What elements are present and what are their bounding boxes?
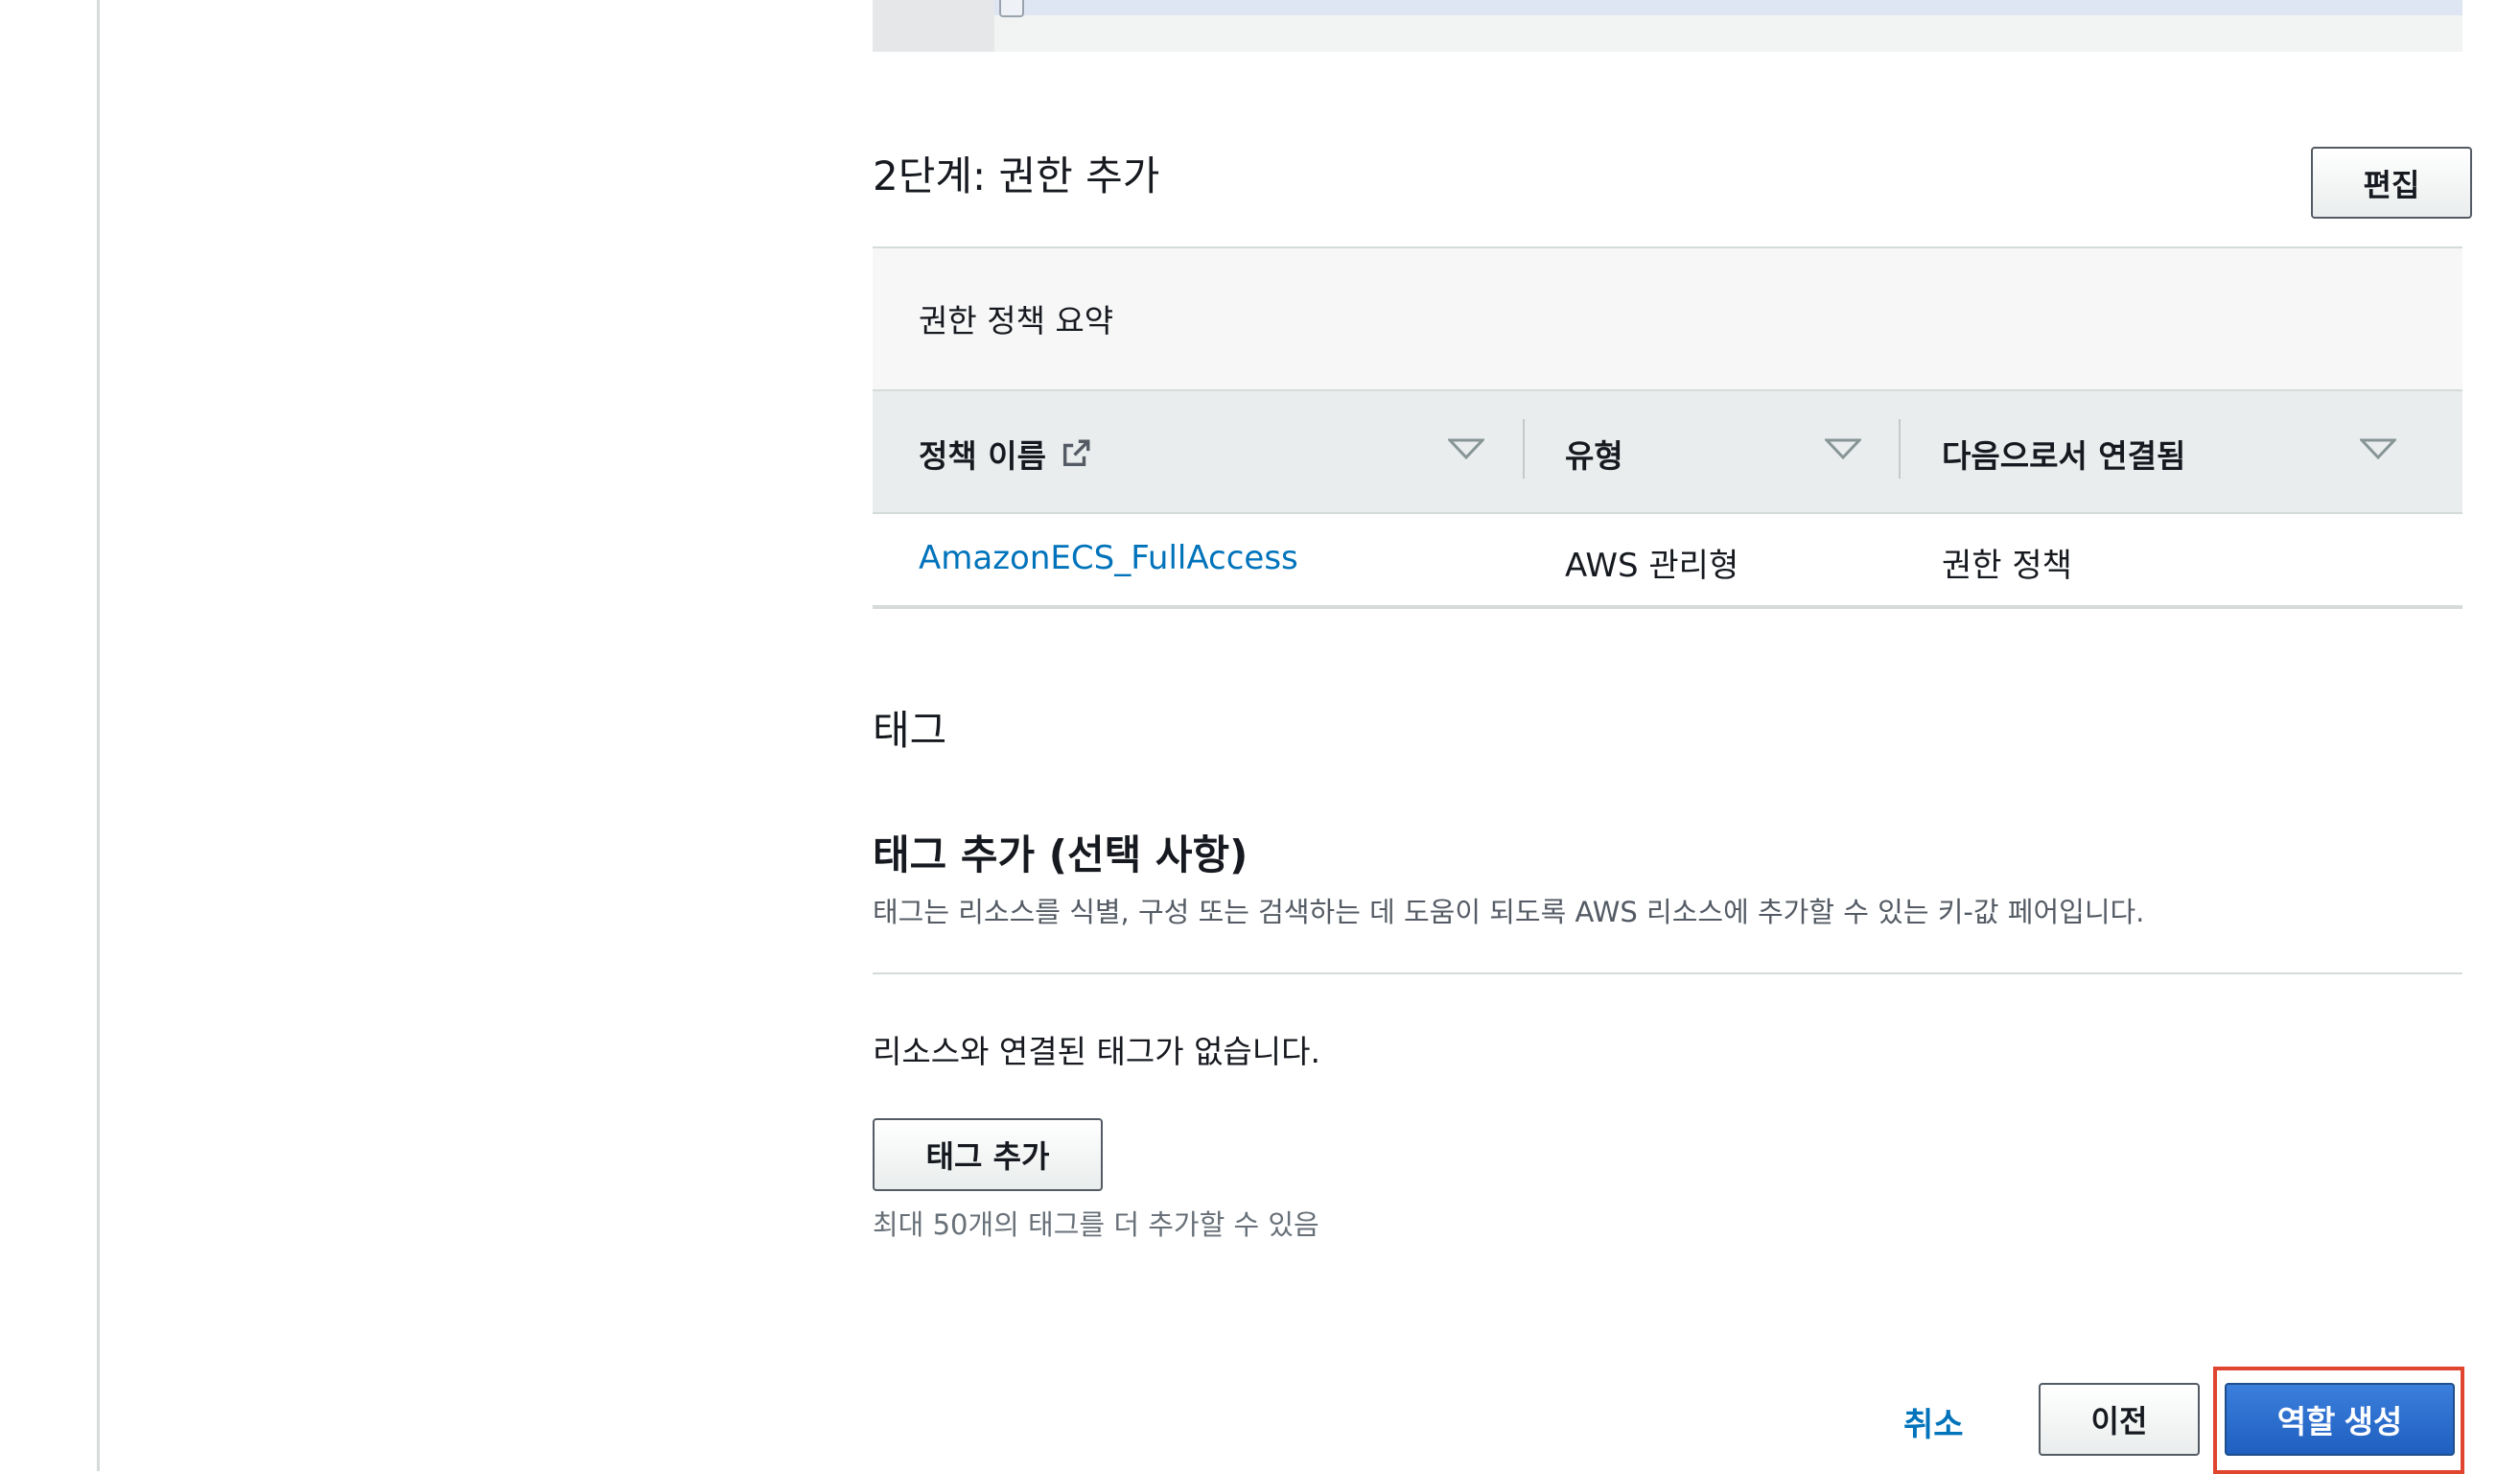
- no-tags-message: 리소스와 연결된 태그가 없습니다.: [873, 1033, 1320, 1070]
- tags-description: 태그는 리소스를 식별, 구성 또는 검색하는 데 도움이 되도록 AWS 리소…: [873, 896, 2145, 928]
- create-role-button[interactable]: 역할 생성: [2225, 1383, 2455, 1456]
- editor-active-line: [994, 0, 2462, 15]
- policy-table-header: [873, 389, 2462, 514]
- add-tags-title: 태그 추가 (선택 사항): [873, 831, 1248, 878]
- sort-caret-icon[interactable]: [2360, 437, 2396, 460]
- column-divider: [1523, 419, 1525, 479]
- previous-button[interactable]: 이전: [2039, 1383, 2200, 1456]
- policy-name-link[interactable]: AmazonECS_FullAccess: [919, 539, 1298, 577]
- column-header-label: 다음으로서 연결됨: [1942, 437, 2186, 475]
- edit-button[interactable]: 편집: [2311, 147, 2472, 219]
- permissions-summary-title: 권한 정책 요약: [919, 302, 1114, 339]
- column-header-label: 정책 이름: [919, 437, 1046, 475]
- tags-section-title: 태그: [873, 707, 947, 754]
- policy-type-cell: AWS 관리형: [1565, 547, 1739, 585]
- column-header-attached-as[interactable]: 다음으로서 연결됨: [1942, 431, 2185, 477]
- editor-gutter: [873, 0, 994, 52]
- policy-attached-as-cell: 권한 정책: [1942, 547, 2072, 585]
- sort-caret-icon[interactable]: [1448, 437, 1484, 460]
- column-header-label: 유형: [1565, 437, 1623, 475]
- add-tag-button[interactable]: 태그 추가: [873, 1118, 1103, 1191]
- column-header-policy-name[interactable]: 정책 이름: [919, 431, 1092, 477]
- step2-title: 2단계: 권한 추가: [873, 152, 1160, 199]
- column-divider: [1899, 419, 1901, 479]
- column-header-type[interactable]: 유형: [1565, 431, 1623, 477]
- page-left-border: [97, 0, 100, 1471]
- external-link-icon: [1060, 437, 1092, 470]
- sort-caret-icon[interactable]: [1825, 437, 1861, 460]
- cancel-link[interactable]: 취소: [1903, 1398, 1964, 1445]
- editor-bracket-marker: [999, 0, 1024, 17]
- tag-limit-note: 최대 50개의 태그를 더 추가할 수 있음: [873, 1208, 1319, 1241]
- table-bottom-border: [873, 605, 2462, 609]
- tags-divider: [873, 972, 2462, 974]
